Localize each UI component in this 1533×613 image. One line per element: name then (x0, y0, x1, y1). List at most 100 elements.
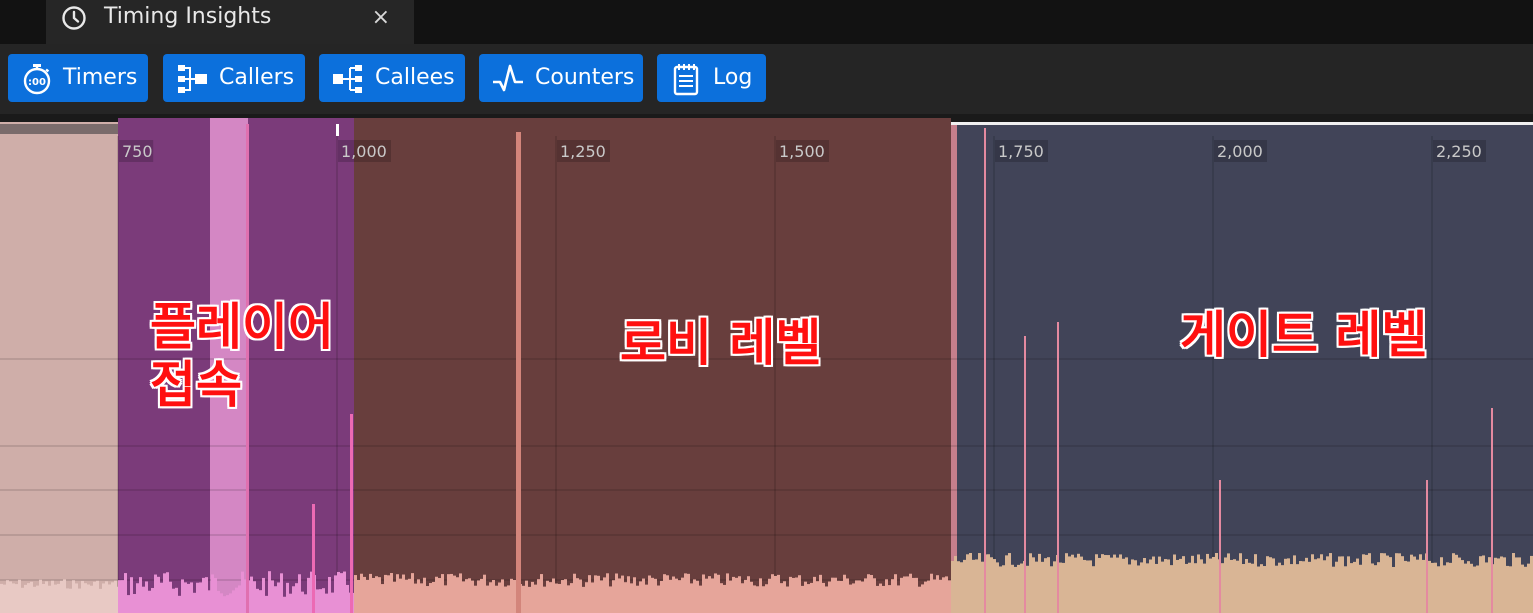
frame-bar (1095, 554, 1098, 613)
frame-bar (1077, 553, 1080, 613)
frame-bar (1101, 554, 1104, 613)
frame-bar (486, 585, 489, 613)
frame-bar (1299, 561, 1302, 613)
frame-bar (1197, 554, 1200, 613)
counters-button[interactable]: Counters (479, 54, 643, 102)
frame-bar (1302, 561, 1305, 613)
frame-bar (627, 576, 630, 613)
frame-bar (1032, 557, 1035, 613)
frame-bar (999, 566, 1002, 613)
callees-button[interactable]: Callees (319, 54, 465, 102)
frame-bar (570, 583, 573, 613)
frame-bar (603, 577, 606, 613)
tab-title: Timing Insights (104, 4, 272, 29)
frame-bar (891, 579, 894, 613)
frame-bar (1254, 554, 1257, 613)
frame-bar (265, 595, 268, 613)
frame-bar (408, 578, 411, 613)
frame-bar (226, 595, 229, 613)
frame-bar (1167, 559, 1170, 613)
frame-bar (319, 589, 322, 613)
frame-bar (277, 582, 280, 613)
frame-bar (765, 584, 768, 613)
frame-bar (576, 578, 579, 613)
frame-bar (564, 579, 567, 613)
frame-bar (1236, 560, 1239, 613)
frame-bar (292, 586, 295, 613)
frame-bar (1329, 553, 1332, 613)
frame-bar (618, 578, 621, 613)
frame-bar (444, 585, 447, 613)
frame-bar (795, 577, 798, 613)
frame-bar (1503, 557, 1506, 613)
frame-bar (175, 587, 178, 613)
frame-bar (1464, 563, 1467, 613)
frame-bar (555, 583, 558, 613)
callers-button[interactable]: Callers (163, 54, 305, 102)
frame-bar (1314, 559, 1317, 613)
frame-bar (372, 577, 375, 613)
frame-bar (81, 580, 84, 613)
frame-bar (1467, 561, 1470, 613)
frame-bar (987, 554, 990, 613)
frame-bar (705, 578, 708, 613)
frame-bar (801, 585, 804, 613)
frame-bar (798, 575, 801, 613)
log-button[interactable]: Log (657, 54, 766, 102)
frame-bar (1440, 557, 1443, 613)
frame-bar (390, 573, 393, 613)
frame-bar (1146, 563, 1149, 613)
frame-bar (1209, 558, 1212, 613)
frame-bar (630, 583, 633, 613)
frame-bar (1377, 562, 1380, 613)
frame-bar (1179, 558, 1182, 613)
frame-bar (1410, 554, 1413, 613)
frame-bar (693, 579, 696, 613)
callees-label: Callees (375, 65, 455, 90)
frame-bar (1347, 556, 1350, 613)
frame-bar (108, 584, 111, 613)
annotation-gate-level: 게이트 레벨 (1180, 306, 1428, 364)
frame-bar (789, 576, 792, 613)
frame-bar (1452, 553, 1455, 613)
frame-bar (1152, 556, 1155, 613)
frame-bar (735, 577, 738, 613)
frame-bar (846, 578, 849, 613)
frame-bar (657, 585, 660, 613)
frame-bar (1284, 558, 1287, 613)
frame-bar (474, 585, 477, 613)
frame-bar (1113, 554, 1116, 613)
frame-bar (879, 583, 882, 613)
frame-bar (1131, 559, 1134, 613)
frame-bar (1356, 558, 1359, 613)
timeline-view[interactable]: 750 1,000 1,250 1,500 1,750 2,000 2,250 플레이어 접… (0, 114, 1533, 613)
frame-bar (1494, 557, 1497, 613)
frame-bar (105, 581, 108, 613)
frame-bar (166, 572, 169, 613)
close-icon[interactable]: × (372, 4, 390, 32)
frame-bar (459, 573, 462, 613)
tab-timing-insights[interactable]: Timing Insights × (46, 0, 414, 44)
frame-bar (690, 583, 693, 613)
frame-bar (72, 580, 75, 613)
frame-bar (672, 576, 675, 613)
frame-bar (1485, 562, 1488, 613)
counters-pulse-icon (493, 64, 523, 92)
frame-bar (66, 588, 69, 613)
frame-bar (426, 586, 429, 613)
frame-bar (405, 579, 408, 613)
frame-bar (756, 586, 759, 613)
frame-bar (651, 577, 654, 613)
frame-bar (825, 586, 828, 613)
timers-button[interactable]: :00 Timers (8, 54, 148, 102)
frame-bar (1419, 554, 1422, 613)
frame-bar (609, 586, 612, 613)
frame-bar (1416, 559, 1419, 613)
frame-bar (280, 573, 283, 613)
frame-bar (939, 579, 942, 613)
frame-bar (423, 577, 426, 613)
frame-bar (477, 580, 480, 613)
frame-bar (1500, 556, 1503, 613)
frame-bar (283, 596, 286, 613)
frame-bar (726, 573, 729, 613)
